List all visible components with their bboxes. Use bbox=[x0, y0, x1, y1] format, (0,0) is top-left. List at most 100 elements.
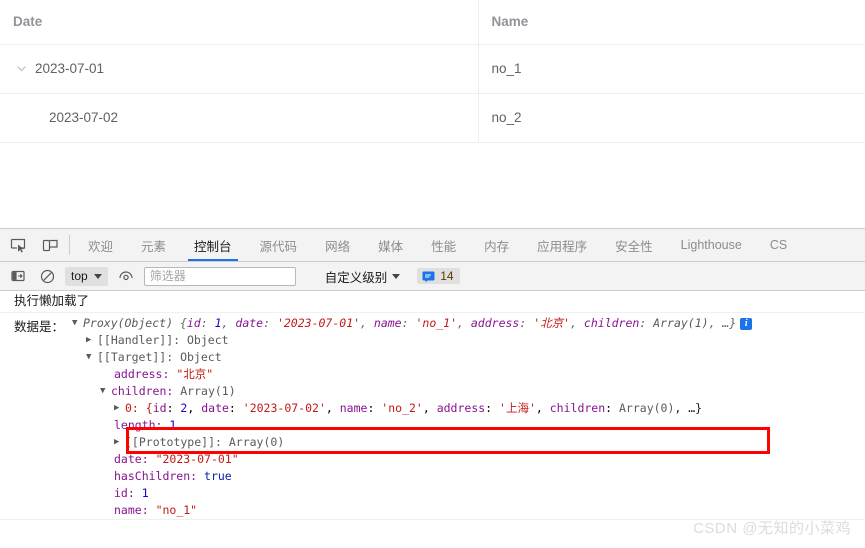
tab-memory[interactable]: 内存 bbox=[470, 229, 523, 261]
cell-date: 2023-07-02 bbox=[0, 93, 479, 143]
value-name: 'no_2' bbox=[381, 401, 423, 415]
tree-node-length: length: 1 bbox=[72, 417, 752, 434]
tree-node-id: id: 1 bbox=[72, 485, 752, 502]
prop-key-haschildren: hasChildren: bbox=[114, 469, 198, 483]
key-address: address bbox=[436, 401, 486, 415]
prop-key-id: id: bbox=[114, 486, 135, 500]
tab-welcome[interactable]: 欢迎 bbox=[74, 229, 127, 261]
proxy-ctor-label: Proxy(Object) bbox=[83, 316, 174, 330]
live-expression-icon[interactable] bbox=[115, 266, 137, 286]
triangle-collapsed-icon[interactable]: ▶ bbox=[114, 400, 125, 417]
brace-open: { bbox=[173, 316, 187, 330]
prop-key-name: name: bbox=[114, 503, 149, 517]
tree-node-root[interactable]: ▼ Proxy(Object) {id: 1, date: '2023-07-01… bbox=[72, 315, 753, 332]
search-input[interactable] bbox=[143, 266, 296, 286]
tab-console[interactable]: 控制台 bbox=[180, 229, 246, 261]
table-row[interactable]: 2023-07-01 no_1 bbox=[0, 44, 865, 94]
key-date: date bbox=[235, 316, 264, 330]
console-sidebar-icon[interactable] bbox=[7, 266, 29, 286]
triangle-expanded-icon[interactable]: ▼ bbox=[86, 349, 97, 366]
device-toolbar-icon[interactable] bbox=[37, 232, 63, 258]
value-date: '2023-07-02' bbox=[242, 401, 326, 415]
tab-media[interactable]: 媒体 bbox=[364, 229, 417, 261]
prop-value-children: Array(1) bbox=[180, 384, 236, 398]
tree-node-date: date: "2023-07-01" bbox=[72, 451, 752, 468]
prop-value-address: "北京" bbox=[176, 367, 214, 381]
tree-node-array-prototype[interactable]: ▶ [[Prototype]]: Array(0) bbox=[72, 434, 752, 451]
target-label: [[Target]]: Object bbox=[97, 350, 222, 364]
value-id: 1 bbox=[214, 316, 222, 330]
tree-node-target[interactable]: ▼ [[Target]]: Object bbox=[72, 349, 752, 366]
tab-performance[interactable]: 性能 bbox=[417, 229, 470, 261]
tab-network[interactable]: 网络 bbox=[311, 229, 364, 261]
console-message-text: 执行懒加载了 bbox=[0, 291, 865, 313]
key-id: id bbox=[152, 401, 167, 415]
value-address: '北京' bbox=[533, 316, 571, 330]
key-date: date bbox=[201, 401, 229, 415]
cell-name-text: no_2 bbox=[491, 110, 522, 125]
info-icon[interactable]: i bbox=[740, 317, 753, 330]
cell-name: no_2 bbox=[478, 93, 865, 143]
prop-key-length: length: bbox=[114, 418, 163, 432]
tab-css-overview[interactable]: CS bbox=[756, 229, 801, 261]
console-message-list[interactable]: 执行懒加载了 数据是： ▼ Proxy(Object) {id: 1, date:… bbox=[0, 291, 865, 547]
devtools-tool-icons bbox=[0, 229, 67, 261]
issues-badge[interactable]: 14 bbox=[417, 268, 460, 284]
array-index-0: 0: { bbox=[125, 401, 153, 415]
triangle-expanded-icon[interactable]: ▼ bbox=[72, 315, 83, 332]
triangle-expanded-icon[interactable]: ▼ bbox=[100, 383, 111, 400]
cell-date: 2023-07-01 bbox=[0, 44, 479, 94]
chevron-down-icon bbox=[93, 273, 102, 279]
context-value: top bbox=[71, 269, 88, 283]
table-row[interactable]: 2023-07-02 no_2 bbox=[0, 93, 865, 143]
preview-ellipsis: , …} bbox=[674, 401, 703, 415]
tree-node-child-0[interactable]: ▶ 0: {id: 2, date: '2023-07-02', name: 'n… bbox=[72, 400, 752, 417]
tree-node-name: name: "no_1" bbox=[72, 502, 752, 519]
value-address: '上海' bbox=[499, 401, 536, 415]
preview-ellipsis: , …} bbox=[708, 316, 737, 330]
clear-console-icon[interactable] bbox=[36, 266, 58, 286]
tab-security[interactable]: 安全性 bbox=[601, 229, 667, 261]
triangle-collapsed-icon[interactable]: ▶ bbox=[86, 332, 97, 349]
cell-date-text: 2023-07-01 bbox=[35, 61, 105, 76]
toolbar-divider bbox=[69, 235, 70, 255]
devtools-tab-list: 欢迎 元素 控制台 源代码 网络 媒体 性能 内存 应用程序 安全性 Light… bbox=[74, 229, 865, 261]
inspect-element-icon[interactable] bbox=[5, 232, 31, 258]
value-children: Array(0) bbox=[619, 401, 675, 415]
prop-key-children: children: bbox=[111, 384, 174, 398]
tree-node-children[interactable]: ▼ children: Array(1) bbox=[72, 383, 752, 400]
tab-lighthouse[interactable]: Lighthouse bbox=[667, 229, 756, 261]
tab-elements[interactable]: 元素 bbox=[127, 229, 180, 261]
prop-value-length: 1 bbox=[169, 418, 177, 432]
key-address: address bbox=[470, 316, 520, 330]
key-children: children bbox=[583, 316, 640, 330]
devtools-panel: 欢迎 元素 控制台 源代码 网络 媒体 性能 内存 应用程序 安全性 Light… bbox=[0, 228, 865, 548]
prop-value-haschildren: true bbox=[204, 469, 232, 483]
column-header-name[interactable]: Name bbox=[478, 0, 865, 45]
column-header-date[interactable]: Date bbox=[0, 0, 479, 45]
object-tree: ▼ Proxy(Object) {id: 1, date: '2023-07-01… bbox=[72, 313, 753, 519]
console-message-object: 数据是： ▼ Proxy(Object) {id: 1, date: '2023-… bbox=[0, 313, 865, 520]
cell-date-text: 2023-07-02 bbox=[49, 110, 119, 125]
value-date: '2023-07-01' bbox=[276, 316, 361, 330]
table-header: Date Name bbox=[0, 0, 865, 45]
tab-sources[interactable]: 源代码 bbox=[246, 229, 312, 261]
javascript-context-select[interactable]: top bbox=[65, 266, 108, 286]
message-issues-icon bbox=[421, 269, 435, 283]
tree-node-haschildren: hasChildren: true bbox=[72, 468, 752, 485]
prop-value-name: "no_1" bbox=[155, 503, 198, 517]
prop-value-id: 1 bbox=[141, 486, 149, 500]
prop-value-date: "2023-07-01" bbox=[155, 452, 239, 466]
chevron-down-icon[interactable] bbox=[13, 61, 29, 77]
tree-node-address: address: "北京" bbox=[72, 366, 752, 383]
issues-count: 14 bbox=[440, 269, 454, 283]
key-id: id bbox=[186, 316, 201, 330]
table-header-row: Date Name bbox=[0, 0, 865, 45]
log-level-select[interactable]: 自定义级别 bbox=[325, 267, 401, 286]
cell-name-text: no_1 bbox=[491, 61, 522, 76]
triangle-collapsed-icon[interactable]: ▶ bbox=[114, 434, 125, 451]
tab-application[interactable]: 应用程序 bbox=[523, 229, 601, 261]
handler-label: [[Handler]]: Object bbox=[97, 333, 229, 347]
tree-node-handler[interactable]: ▶ [[Handler]]: Object bbox=[72, 332, 752, 349]
key-name: name bbox=[373, 316, 402, 330]
